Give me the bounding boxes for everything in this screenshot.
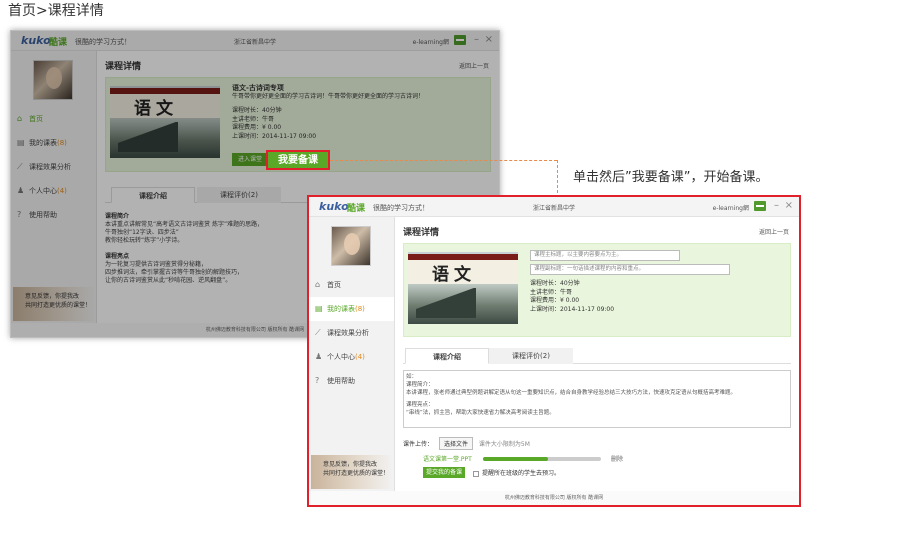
sidebar-item-label: 使用帮助: [327, 377, 355, 385]
upload-row: 课件上传： 选择文件 课件大小限制为5M: [403, 437, 530, 450]
sidebar-item-home[interactable]: ⌂ 首页: [309, 273, 394, 297]
intro-text: “串线”法，抓主旨，帮助大家快速省力解决高考阅读主旨题。: [406, 410, 555, 416]
callout-line: [557, 160, 558, 198]
profile-count: (4): [355, 353, 365, 361]
user-name[interactable]: e-learning網: [713, 203, 749, 212]
sidebar-item-label: 首页: [327, 281, 341, 289]
choose-file-button[interactable]: 选择文件: [438, 437, 473, 450]
home-icon: ⌂: [315, 280, 321, 289]
upload-label: 课件上传：: [403, 441, 434, 448]
promo-line: 意见反馈，你提我改: [323, 461, 378, 468]
main-content: 课程详情 返回上一页 语文 课程主标题，以主要内容要点为主。 课程副标题：一句话…: [395, 217, 799, 491]
course-time: 上课时间：2014-11-17 09:00: [530, 305, 615, 313]
tab-intro[interactable]: 课程介绍: [405, 348, 489, 364]
course-teacher: 主讲老师：牛哥: [530, 288, 573, 296]
sidebar-item-label: 课程效果分析: [327, 329, 369, 337]
tab-bar: 课程介绍 课程评价(2): [403, 348, 791, 364]
intro-text: 课程亮点：: [406, 402, 434, 408]
sub-title-input[interactable]: 课程副标题：一句话描述课程的内容和重点。: [530, 264, 730, 275]
remind-checkbox-row[interactable]: 提醒所在班级的学生去预习。: [473, 468, 560, 477]
uploaded-file-name: 语文课第一堂.PPT: [423, 456, 472, 463]
skin-icon[interactable]: [754, 201, 766, 211]
schedule-icon: ▤: [315, 304, 323, 313]
main-title-input[interactable]: 课程主标题，以主要内容要点为主。: [530, 250, 680, 261]
prepare-lesson-button[interactable]: 我要备课: [266, 150, 330, 170]
help-icon: ?: [315, 376, 320, 385]
callout-line: [330, 160, 557, 161]
promo-line: 共同打造更优质的课堂！: [323, 470, 390, 477]
footer: 杭州佛迈教育科技有限公司 版权所有 酷课网: [309, 491, 799, 505]
back-link[interactable]: 返回上一页: [759, 227, 789, 236]
tab-review[interactable]: 课程评价(2): [489, 348, 573, 364]
course-panel: 语文 课程主标题，以主要内容要点为主。 课程副标题：一句话描述课程的内容和重点。…: [403, 243, 791, 337]
course-cover-image: 语文: [408, 252, 518, 324]
sidebar-item-profile[interactable]: ♟ 个人中心(4): [309, 345, 394, 369]
instruction-callout: 单击然后”我要备课”，开始备课。: [573, 170, 769, 185]
sidebar-item-analysis[interactable]: ⟋ 课程效果分析: [309, 321, 394, 345]
close-button[interactable]: ×: [785, 200, 793, 211]
intro-text: 如：: [406, 374, 418, 380]
sidebar-nav: ⌂ 首页 ▤ 我的课表(8) ⟋ 课程效果分析 ♟ 个人中心(4) ? 使用帮助: [309, 273, 394, 393]
course-duration: 课程时长：40分钟: [530, 280, 580, 287]
intro-text: 本讲课程，张老师通过典型例题讲解定语从句这一重要知识点，结合自身教学经验总结三大…: [406, 390, 737, 396]
course-info: 课程时长：40分钟 主讲老师：牛哥 课程费用：¥ 0.00 上课时间：2014-…: [530, 280, 614, 314]
submit-prepare-button[interactable]: 提交我的备课: [423, 467, 466, 478]
upload-progress-bar: [483, 457, 601, 461]
prepare-lesson-window: kuko 酷课 很酷的学习方式！ 浙江省新昌中学 e-learning網 – ×…: [307, 195, 801, 507]
cover-title: 语文: [432, 265, 476, 285]
breadcrumb: 首页>课程详情: [8, 3, 104, 19]
intro-text: 课程简介：: [406, 382, 434, 388]
delete-file-link[interactable]: 删除: [611, 454, 623, 463]
chart-icon: ⟋: [315, 328, 321, 337]
course-fee: 课程费用：¥ 0.00: [530, 297, 580, 304]
course-intro-textarea[interactable]: 如： 课程简介： 本讲课程，张老师通过典型例题讲解定语从句这一重要知识点，结合自…: [403, 370, 791, 428]
schedule-count: (8): [355, 305, 365, 313]
feedback-banner[interactable]: 意见反馈，你提我改 共同打造更优质的课堂！: [311, 455, 393, 489]
remind-checkbox[interactable]: [473, 470, 479, 477]
sidebar-item-help[interactable]: ? 使用帮助: [309, 369, 394, 393]
title-bar: kuko 酷课 很酷的学习方式！ 浙江省新昌中学 e-learning網 – ×: [309, 197, 799, 217]
page-title: 课程详情: [403, 228, 440, 238]
person-icon: ♟: [315, 352, 323, 361]
remind-label: 提醒所在班级的学生去预习。: [482, 470, 561, 477]
upload-progress-fill: [483, 457, 548, 461]
sidebar-item-schedule[interactable]: ▤ 我的课表(8): [309, 297, 394, 321]
sidebar-item-label: 我的课表: [327, 305, 355, 313]
avatar[interactable]: [331, 226, 371, 266]
sidebar-item-label: 个人中心: [327, 353, 355, 361]
minimize-button[interactable]: –: [774, 200, 779, 211]
sidebar: ⌂ 首页 ▤ 我的课表(8) ⟋ 课程效果分析 ♟ 个人中心(4) ? 使用帮助…: [309, 217, 395, 491]
size-hint: 课件大小限制为5M: [478, 441, 530, 448]
